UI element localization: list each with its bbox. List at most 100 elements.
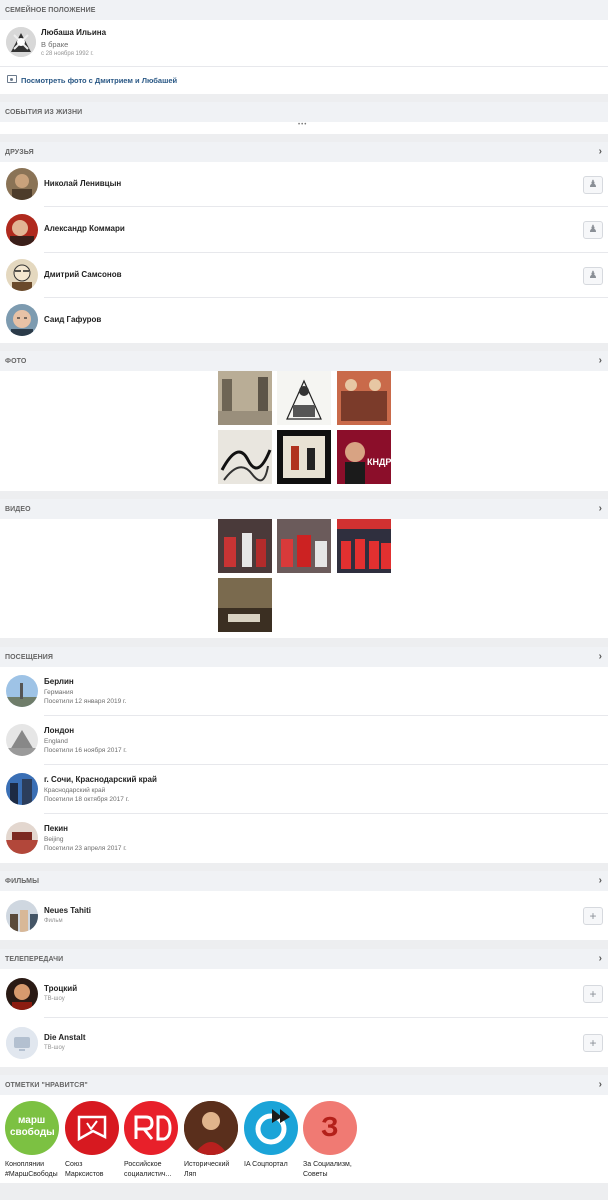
film-avatar[interactable] bbox=[6, 900, 38, 932]
friends-section: Николай Ленивцын ♟ Александр Коммари ♟ Д… bbox=[0, 162, 608, 343]
city-avatar[interactable] bbox=[6, 675, 38, 707]
like-logo[interactable] bbox=[244, 1101, 298, 1155]
city-name[interactable]: Лондон bbox=[44, 726, 74, 735]
add-friend-icon[interactable]: ♟ bbox=[583, 176, 603, 194]
like-item[interactable]: IA Соцпортал bbox=[244, 1101, 300, 1170]
add-friend-icon[interactable]: ♟ bbox=[583, 221, 603, 239]
family-header: СЕМЕЙНОЕ ПОЛОЖЕНИЕ bbox=[0, 0, 608, 20]
visit-row[interactable]: Лондон England Посетили 16 ноября 2017 г… bbox=[0, 716, 608, 765]
chevron-right-icon[interactable]: › bbox=[599, 954, 602, 964]
plus-icon[interactable]: + bbox=[583, 985, 603, 1003]
video-thumb[interactable] bbox=[218, 519, 272, 573]
like-item[interactable]: марш свободы Коноплянии #МаршСвободы bbox=[5, 1101, 61, 1180]
like-logo[interactable] bbox=[184, 1101, 238, 1155]
tv-header-title: ТЕЛЕПЕРЕДАЧИ bbox=[5, 956, 64, 963]
life-events-section: ••• bbox=[0, 122, 608, 134]
videos-header[interactable]: ВИДЕО › bbox=[0, 499, 608, 519]
videos-section bbox=[0, 519, 608, 638]
marriage-date: с 28 ноября 1992 г. bbox=[41, 51, 94, 57]
photos-header[interactable]: ФОТО › bbox=[0, 351, 608, 371]
video-thumb[interactable] bbox=[277, 519, 331, 573]
like-name-line1: За Социализм, bbox=[303, 1161, 352, 1168]
city-name[interactable]: Пекин bbox=[44, 824, 68, 833]
chevron-right-icon[interactable]: › bbox=[599, 356, 602, 366]
spouse-avatar[interactable] bbox=[6, 27, 36, 57]
friend-name[interactable]: Дмитрий Самсонов bbox=[44, 270, 122, 279]
photos-with-link[interactable]: Посмотреть фото с Дмитрием и Любашей bbox=[0, 67, 608, 94]
friend-avatar[interactable] bbox=[6, 168, 38, 200]
visits-header[interactable]: ПОСЕЩЕНИЯ › bbox=[0, 647, 608, 667]
tv-placeholder-icon[interactable] bbox=[6, 1027, 38, 1059]
friends-header[interactable]: ДРУЗЬЯ › bbox=[0, 142, 608, 162]
like-logo[interactable] bbox=[124, 1101, 178, 1155]
film-title[interactable]: Neues Tahiti bbox=[44, 906, 91, 915]
likes-header-title: ОТМЕТКИ "НРАВИТСЯ" bbox=[5, 1082, 88, 1089]
friend-avatar[interactable] bbox=[6, 259, 38, 291]
photo-thumb[interactable] bbox=[277, 371, 331, 425]
tv-title[interactable]: Die Anstalt bbox=[44, 1033, 86, 1042]
like-logo[interactable]: марш свободы bbox=[5, 1101, 59, 1155]
friend-row[interactable]: Николай Ленивцын ♟ bbox=[0, 162, 608, 207]
friend-name[interactable]: Саид Гафуров bbox=[44, 315, 101, 324]
friend-row[interactable]: Дмитрий Самсонов ♟ bbox=[0, 253, 608, 298]
city-avatar[interactable] bbox=[6, 724, 38, 756]
photo-thumb[interactable] bbox=[277, 430, 331, 484]
chevron-right-icon[interactable]: › bbox=[599, 876, 602, 886]
likes-header[interactable]: ОТМЕТКИ "НРАВИТСЯ" › bbox=[0, 1075, 608, 1095]
films-header[interactable]: ФИЛЬМЫ › bbox=[0, 871, 608, 891]
country-name: Германия bbox=[44, 689, 74, 696]
video-thumb[interactable] bbox=[337, 519, 391, 573]
visit-row[interactable]: Пекин Beijing Посетили 23 апреля 2017 г. bbox=[0, 814, 608, 863]
photo-thumb[interactable] bbox=[218, 430, 272, 484]
tv-row[interactable]: Die Anstalt ТВ-шоу + bbox=[0, 1018, 608, 1067]
spouse-name[interactable]: Любаша Ильина bbox=[41, 28, 106, 37]
friend-row[interactable]: Саид Гафуров bbox=[0, 298, 608, 343]
more-dots[interactable]: ••• bbox=[298, 122, 307, 128]
tv-row[interactable]: Троцкий ТВ-шоу + bbox=[0, 969, 608, 1018]
like-logo[interactable] bbox=[65, 1101, 119, 1155]
like-name-line2: Ляп bbox=[184, 1171, 197, 1178]
friend-row[interactable]: Александр Коммари ♟ bbox=[0, 207, 608, 253]
city-name[interactable]: Берлин bbox=[44, 677, 74, 686]
photo-thumb[interactable] bbox=[337, 371, 391, 425]
photo-thumb[interactable]: КНДР bbox=[337, 430, 391, 484]
like-item[interactable]: З За Социализм, Советы bbox=[303, 1101, 359, 1180]
city-avatar[interactable] bbox=[6, 773, 38, 805]
friends-header-title: ДРУЗЬЯ bbox=[5, 149, 34, 156]
spouse-row[interactable]: Любаша Ильина В браке с 28 ноября 1992 г… bbox=[0, 20, 608, 67]
tv-title[interactable]: Троцкий bbox=[44, 984, 77, 993]
poster-caption: КНДР bbox=[367, 457, 391, 467]
like-name-line2: Марксистов bbox=[65, 1171, 104, 1178]
video-thumb[interactable] bbox=[218, 578, 272, 632]
visit-row[interactable]: г. Сочи, Краснодарский край Краснодарски… bbox=[0, 765, 608, 814]
like-item[interactable]: Российское социалистич... bbox=[124, 1101, 180, 1180]
city-name[interactable]: г. Сочи, Краснодарский край bbox=[44, 775, 157, 784]
like-logo[interactable]: З bbox=[303, 1101, 357, 1155]
add-friend-icon[interactable]: ♟ bbox=[583, 267, 603, 285]
tv-avatar[interactable] bbox=[6, 978, 38, 1010]
friend-name[interactable]: Николай Ленивцын bbox=[44, 179, 121, 188]
friend-avatar[interactable] bbox=[6, 214, 38, 246]
friend-avatar[interactable] bbox=[6, 304, 38, 336]
city-avatar[interactable] bbox=[6, 822, 38, 854]
film-row[interactable]: Neues Tahiti Фильм + bbox=[0, 891, 608, 940]
like-item[interactable]: Исторический Ляп bbox=[184, 1101, 240, 1180]
friend-name[interactable]: Александр Коммари bbox=[44, 224, 125, 233]
chevron-right-icon[interactable]: › bbox=[599, 147, 602, 157]
visits-section: Берлин Германия Посетили 12 января 2019 … bbox=[0, 667, 608, 863]
plus-icon[interactable]: + bbox=[583, 907, 603, 925]
tv-type: ТВ-шоу bbox=[44, 1045, 65, 1051]
photos-header-title: ФОТО bbox=[5, 358, 27, 365]
visit-date: Посетили 23 апреля 2017 г. bbox=[44, 845, 127, 852]
photo-thumb[interactable] bbox=[218, 371, 272, 425]
like-item[interactable]: Союз Марксистов bbox=[65, 1101, 121, 1180]
chevron-right-icon[interactable]: › bbox=[599, 1080, 602, 1090]
plus-icon[interactable]: + bbox=[583, 1034, 603, 1052]
chevron-right-icon[interactable]: › bbox=[599, 652, 602, 662]
chevron-right-icon[interactable]: › bbox=[599, 504, 602, 514]
films-section: Neues Tahiti Фильм + bbox=[0, 891, 608, 940]
visit-row[interactable]: Берлин Германия Посетили 12 января 2019 … bbox=[0, 667, 608, 716]
photos-with-link-label[interactable]: Посмотреть фото с Дмитрием и Любашей bbox=[21, 76, 177, 85]
marital-status: В браке bbox=[41, 40, 69, 49]
tv-header[interactable]: ТЕЛЕПЕРЕДАЧИ › bbox=[0, 949, 608, 969]
